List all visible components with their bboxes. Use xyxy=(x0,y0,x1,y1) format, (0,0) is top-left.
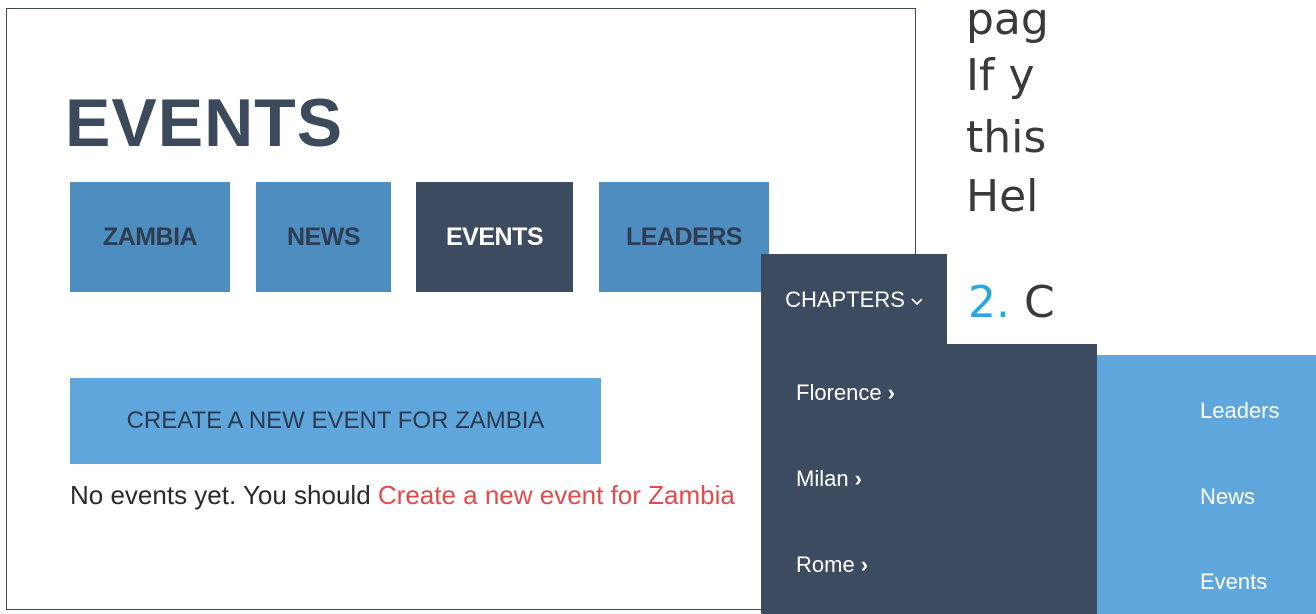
create-event-button[interactable]: CREATE A NEW EVENT FOR ZAMBIA xyxy=(70,378,601,464)
chapter-item-florence[interactable]: Florence › xyxy=(796,380,895,406)
chapters-label: CHAPTERS xyxy=(785,287,905,312)
slide-text-line: Hel xyxy=(966,171,1039,222)
side-nav: Leaders News Events xyxy=(1097,355,1316,614)
side-nav-item-leaders[interactable]: Leaders xyxy=(1200,398,1280,424)
chapter-label: Milan xyxy=(796,466,849,491)
tab-leaders[interactable]: LEADERS xyxy=(599,182,769,292)
chapters-dropdown-menu: Florence › Milan › Rome › xyxy=(761,344,1097,614)
slide-text-line: If y xyxy=(966,50,1035,101)
step-text: C xyxy=(1023,277,1055,328)
chapter-item-rome[interactable]: Rome › xyxy=(796,552,868,578)
side-nav-item-news[interactable]: News xyxy=(1200,484,1255,510)
chevron-right-icon: › xyxy=(887,380,895,405)
chevron-right-icon: › xyxy=(854,466,862,491)
empty-events-message: No events yet. You should Create a new e… xyxy=(70,480,735,511)
chevron-down-icon xyxy=(911,293,923,309)
chapter-item-milan[interactable]: Milan › xyxy=(796,466,862,492)
chevron-right-icon: › xyxy=(860,552,869,577)
chapters-dropdown-button[interactable]: CHAPTERS xyxy=(761,254,947,346)
slide-text-line: this xyxy=(966,112,1047,163)
slide-step: 2. C xyxy=(968,277,1055,328)
empty-message-text: No events yet. You should xyxy=(70,480,378,510)
step-number: 2. xyxy=(968,277,1010,328)
chapter-label: Rome xyxy=(796,552,855,577)
tab-events[interactable]: EVENTS xyxy=(416,182,573,292)
chapter-label: Florence xyxy=(796,380,882,405)
page-title: EVENTS xyxy=(65,85,344,161)
side-nav-item-events[interactable]: Events xyxy=(1200,569,1267,595)
slide-text-line: pag xyxy=(966,0,1049,45)
create-event-link[interactable]: Create a new event for Zambia xyxy=(378,480,735,510)
tab-zambia[interactable]: ZAMBIA xyxy=(70,182,230,292)
tab-news[interactable]: NEWS xyxy=(256,182,391,292)
